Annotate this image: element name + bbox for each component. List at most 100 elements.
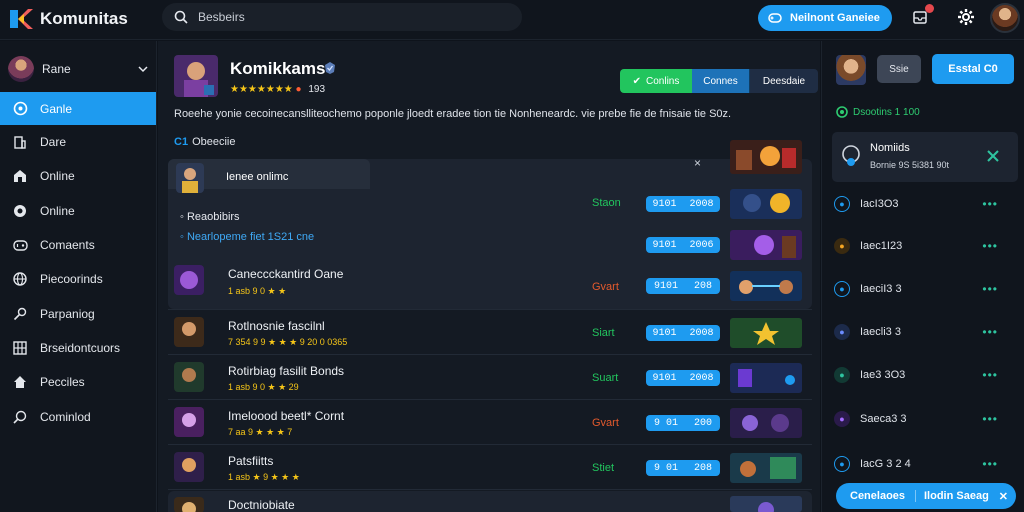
gamepad-icon: [12, 237, 28, 253]
sidebar-item-online-2[interactable]: Online: [0, 194, 157, 228]
verified-icon: [325, 62, 335, 74]
more-icon[interactable]: •••: [982, 368, 998, 382]
avatar[interactable]: [836, 55, 866, 85]
row-chip[interactable]: 9101 2008: [646, 370, 720, 386]
game-thumbnail[interactable]: [730, 363, 802, 393]
user-icon: ●: [834, 281, 850, 297]
game-thumbnail[interactable]: [730, 271, 802, 301]
more-icon[interactable]: •••: [982, 197, 998, 211]
headset-icon: [842, 145, 860, 166]
notifications-button[interactable]: [910, 4, 934, 27]
primary-button[interactable]: Esstal C0: [932, 54, 1014, 84]
row-title[interactable]: Caneccckantird Oane: [228, 267, 343, 281]
more-icon[interactable]: •••: [982, 325, 998, 339]
friend-row[interactable]: ● Saeca3 3 •••: [834, 409, 1018, 429]
bullet-link-2[interactable]: ◦ Nearlopeme fiet 1S21 cne: [180, 231, 314, 243]
game-thumbnail[interactable]: [730, 408, 802, 438]
row-title[interactable]: Imeloood beetl* Cornt: [228, 409, 344, 423]
sidebar-item-pecciles[interactable]: Pecciles: [0, 365, 157, 399]
row-title[interactable]: Doctniobiate: [228, 498, 295, 512]
more-icon[interactable]: •••: [982, 282, 998, 296]
sidebar-item-brseidontcuors[interactable]: Brseidontcuors: [0, 331, 157, 365]
sidebar-item-parpaniog[interactable]: Parpaniog: [0, 296, 157, 330]
secondary-button[interactable]: Ssie: [877, 55, 921, 83]
game-thumbnail[interactable]: [730, 140, 802, 174]
friend-label: Iae3 3O3: [860, 369, 906, 381]
sidebar-item-label: Brseidontcuors: [40, 340, 121, 355]
user-menu[interactable]: Rane: [8, 55, 148, 83]
row-chip[interactable]: 9101 2008: [646, 325, 720, 341]
sidebar-item-cominlod[interactable]: Cominlod: [0, 399, 157, 433]
tab-deesdaie[interactable]: Deesdaie: [750, 69, 818, 93]
game-thumbnail[interactable]: [730, 453, 802, 483]
controller-icon: [768, 13, 782, 23]
close-icon[interactable]: ×: [694, 156, 701, 170]
game-thumbnail[interactable]: [730, 318, 802, 348]
friend-label: IaeciI3 3: [860, 283, 902, 295]
sidebar-item-comaents[interactable]: Comaents: [0, 228, 157, 262]
row-chip[interactable]: 9 01 208: [646, 460, 720, 476]
profile-avatar[interactable]: [990, 3, 1020, 33]
friend-row[interactable]: ● Iaecli3 3 •••: [834, 322, 1018, 342]
row-title[interactable]: Patsfiitts: [228, 454, 273, 468]
sidebar-item-label: Cominlod: [40, 409, 91, 424]
avatar: [8, 56, 34, 82]
row-status: Siart: [592, 327, 615, 339]
row-chip[interactable]: 9101 208: [646, 278, 720, 294]
more-icon[interactable]: •••: [982, 239, 998, 253]
row-chip[interactable]: 9 01 200: [646, 415, 720, 431]
game-thumbnail[interactable]: [730, 189, 802, 219]
building-icon: [12, 134, 28, 150]
notification-badge: [925, 4, 934, 13]
rating-count: 193: [308, 84, 326, 95]
chip-value: 2008: [689, 198, 714, 210]
row-title[interactable]: Rotlnosnie fascilnl: [228, 319, 325, 333]
friend-row[interactable]: ● IacI3O3 •••: [834, 194, 1018, 214]
row-chip[interactable]: 9101 2006: [646, 237, 720, 253]
sidebar-item-dare[interactable]: Dare: [0, 125, 157, 159]
more-icon[interactable]: •••: [982, 412, 998, 426]
row-status-text: Siart: [592, 327, 615, 339]
house-icon: [12, 374, 28, 390]
friend-row[interactable]: ● IaeciI3 3 •••: [834, 279, 1018, 299]
chip-value: 208: [693, 280, 712, 292]
game-thumbnail[interactable]: [730, 230, 802, 260]
game-header: Komikkams ★★★★★★★ ● 193 ✔ Conlins Connes…: [174, 55, 818, 99]
check-icon: ✔: [632, 75, 642, 87]
tab-label: Connes: [703, 75, 738, 87]
search-bar[interactable]: [162, 3, 522, 31]
game-thumbnail[interactable]: [730, 496, 802, 512]
divider: [168, 399, 812, 400]
button-label: Esstal C0: [948, 63, 998, 75]
row-status-text: Gvart: [592, 281, 619, 293]
settings-button[interactable]: [956, 7, 976, 27]
user-icon: ●: [834, 238, 850, 254]
search-input[interactable]: [198, 10, 478, 24]
chevron-down-icon: [138, 66, 148, 73]
sidebar-item-online[interactable]: Online: [0, 159, 157, 193]
sidebar-item-piecoorinds[interactable]: Piecoorinds: [0, 262, 157, 296]
row-chip[interactable]: 9101 2008: [646, 196, 720, 212]
top-item-title: Ienee onlimc: [226, 171, 289, 183]
close-icon[interactable]: ✕: [999, 490, 1008, 503]
bullet-link-1[interactable]: ◦ Reaobibirs: [180, 211, 240, 223]
logo-icon: [10, 9, 33, 29]
tab-online[interactable]: ✔ Conlins: [620, 69, 692, 93]
chat-bar[interactable]: Cenelaoes Ilodin Saeag ✕: [836, 483, 1016, 509]
sidebar-item-ganle[interactable]: Ganle: [0, 92, 156, 125]
link-text: Reaobibirs: [186, 211, 240, 223]
sidebar-item-label: Online: [40, 203, 75, 218]
row-title[interactable]: Rotirbiag fasilit Bonds: [228, 364, 344, 378]
more-icon[interactable]: •••: [982, 457, 998, 471]
divider: [168, 354, 812, 355]
friend-row[interactable]: ● Iaec1I23 •••: [834, 236, 1018, 256]
friend-row[interactable]: ● IacG 3 2 4 •••: [834, 454, 1018, 474]
friend-row[interactable]: ● Iae3 3O3 •••: [834, 365, 1018, 385]
friend-card[interactable]: Nomiids Bornie 9S 5i381 90t: [832, 132, 1018, 182]
top-item[interactable]: Ienee onlimc: [168, 159, 370, 193]
tab-connes[interactable]: Connes: [692, 69, 750, 93]
app-logo[interactable]: Komunitas: [8, 6, 128, 32]
fire-icon: ●: [295, 84, 302, 95]
primary-action-button[interactable]: Neilnont Ganeiee: [758, 5, 892, 31]
chip-value: 9101: [653, 280, 678, 292]
